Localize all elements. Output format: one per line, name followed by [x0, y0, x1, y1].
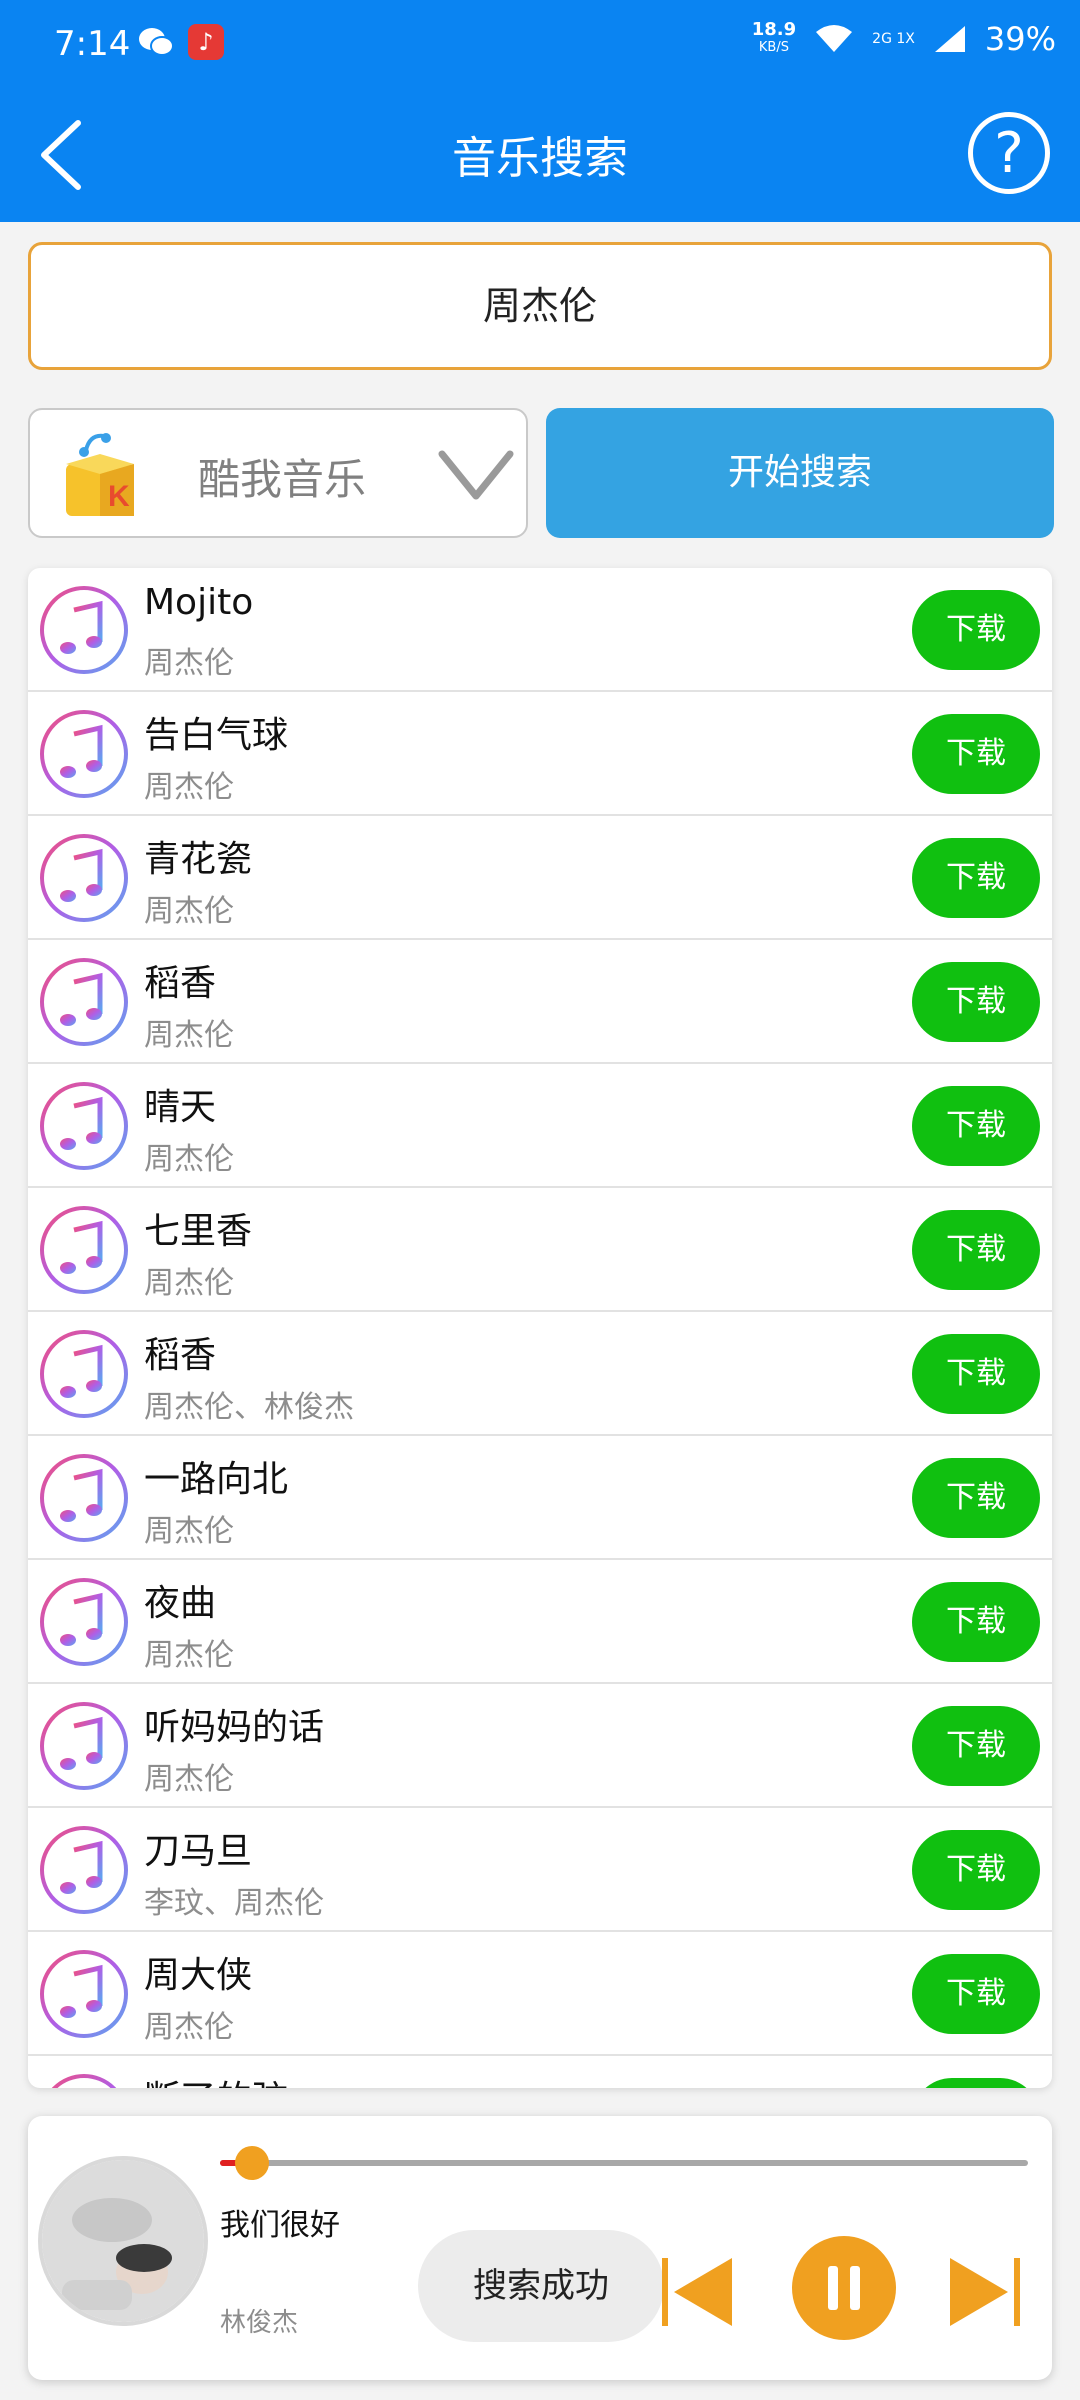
music-source-select[interactable]: K 酷我音乐 — [28, 408, 528, 538]
song-row[interactable]: 稻香周杰伦、林俊杰 下载 — [28, 1312, 1052, 1436]
music-note-icon — [40, 1330, 128, 1418]
music-note-icon — [40, 1826, 128, 1914]
pause-button[interactable] — [792, 2236, 896, 2340]
download-button[interactable]: 下载 — [912, 1458, 1040, 1538]
mini-player: 我们很好 林俊杰 搜索成功 — [28, 2116, 1052, 2380]
music-note-icon — [40, 1082, 128, 1170]
start-search-button[interactable]: 开始搜索 — [546, 408, 1054, 538]
song-artist: 周杰伦 — [144, 1638, 234, 1673]
status-message: 搜索成功 — [418, 2230, 664, 2342]
song-row[interactable]: 刀马旦李玟、周杰伦 下载 — [28, 1808, 1052, 1932]
music-note-icon — [40, 1206, 128, 1294]
song-title: 周大侠 — [144, 1955, 253, 1996]
song-row[interactable]: 稻香周杰伦 下载 — [28, 940, 1052, 1064]
status-right: 18.9 KB/S 2G 1X 39% — [752, 20, 1056, 58]
song-row[interactable]: 周大侠周杰伦 下载 — [28, 1932, 1052, 2056]
song-artist: 周杰伦 — [144, 770, 234, 805]
search-input[interactable]: 周杰伦 — [28, 242, 1052, 370]
song-title: 晴天 — [144, 1087, 217, 1128]
song-artist: 周杰伦 — [144, 646, 234, 681]
download-button[interactable]: 下载 — [912, 1706, 1040, 1786]
song-artist: 周杰伦 — [144, 2010, 234, 2045]
song-artist: 周杰伦 — [144, 894, 234, 929]
download-button[interactable]: 下载 — [912, 1086, 1040, 1166]
song-title: 一路向北 — [144, 1459, 289, 1500]
album-photo — [42, 2160, 204, 2322]
previous-button[interactable] — [660, 2252, 740, 2332]
song-artist: 周杰伦 — [144, 1514, 234, 1549]
net-speed-unit: KB/S — [758, 40, 789, 55]
wifi-icon — [816, 25, 853, 52]
signal-icon — [934, 26, 965, 52]
song-row[interactable]: 告白气球周杰伦 下载 — [28, 692, 1052, 816]
progress-thumb[interactable] — [235, 2146, 270, 2180]
download-button[interactable]: 下载 — [912, 838, 1040, 918]
app-header: 7:14 ♪ 18.9 KB/S 2G 1X 39% 音乐搜索 ? — [0, 0, 1080, 222]
source-label: 酷我音乐 — [198, 455, 367, 504]
chevron-down-icon — [438, 450, 514, 500]
song-title: 七里香 — [144, 1211, 253, 1252]
music-note-icon — [40, 1578, 128, 1666]
kuwo-logo-icon: K — [50, 424, 150, 524]
notification-icons: ♪ — [138, 24, 224, 60]
download-button[interactable]: 下载 — [912, 1954, 1040, 2034]
wechat-icon — [139, 28, 174, 56]
music-note-icon — [40, 1454, 128, 1542]
album-art[interactable] — [38, 2156, 208, 2326]
song-title: Mojito — [144, 582, 254, 623]
song-title: 稻香 — [144, 1335, 217, 1376]
net-speed: 18.9 KB/S — [752, 21, 796, 57]
music-note-icon — [40, 834, 128, 922]
song-title: 断了的弦 — [144, 2070, 288, 2088]
signal-type: 2G 1X — [872, 31, 915, 47]
song-title: 刀马旦 — [144, 1831, 253, 1872]
song-row[interactable]: Mojito 周杰伦 下载 — [28, 568, 1052, 692]
music-note-icon — [51, 2074, 117, 2088]
next-button[interactable] — [942, 2252, 1022, 2332]
download-button[interactable]: 下载 — [912, 962, 1040, 1042]
now-playing-title: 我们很好 — [220, 2208, 340, 2243]
song-row[interactable]: 七里香周杰伦 下载 — [28, 1188, 1052, 1312]
download-button[interactable]: 下载 — [912, 1210, 1040, 1290]
song-row[interactable]: 青花瓷周杰伦 下载 — [28, 816, 1052, 940]
progress-slider[interactable] — [220, 2146, 1028, 2180]
now-playing-artist: 林俊杰 — [220, 2308, 299, 2338]
song-artist: 周杰伦 — [144, 1762, 234, 1797]
song-title: 稻香 — [144, 963, 217, 1004]
battery-level: 39% — [984, 20, 1056, 58]
song-row[interactable]: 晴天周杰伦 下载 — [28, 1064, 1052, 1188]
music-note-icon — [40, 1950, 128, 2038]
page-title: 音乐搜索 — [452, 133, 628, 184]
song-title: 告白气球 — [144, 715, 289, 756]
song-row[interactable]: 一路向北周杰伦 下载 — [28, 1436, 1052, 1560]
song-artist: 周杰伦 — [144, 1018, 234, 1053]
download-button[interactable]: 下载 — [912, 1582, 1040, 1662]
song-title: 青花瓷 — [144, 839, 253, 880]
song-list[interactable]: Mojito 周杰伦 下载 告白气球 周杰伦 下载 青花瓷 周杰伦 下载 稻香 周杰伦 下载 晴天 周杰伦… — [28, 568, 1052, 2088]
song-artist: 周杰伦 — [144, 1266, 234, 1301]
download-button[interactable]: 下载 — [912, 1830, 1040, 1910]
download-button[interactable]: 下载 — [912, 2078, 1040, 2088]
song-row[interactable]: 听妈妈的话周杰伦 下载 — [28, 1684, 1052, 1808]
music-note-icon — [40, 710, 128, 798]
download-button[interactable]: 下载 — [912, 590, 1040, 670]
song-artist: 周杰伦、林俊杰 — [144, 1390, 354, 1425]
music-app-icon: ♪ — [188, 24, 224, 60]
song-artist: 周杰伦 — [144, 1142, 234, 1177]
download-button[interactable]: 下载 — [912, 714, 1040, 794]
kuwo-logo-letter: K — [108, 480, 130, 513]
song-title: 夜曲 — [144, 1583, 217, 1624]
net-speed-value: 18.9 — [751, 19, 797, 40]
question-mark-icon: ? — [994, 120, 1024, 186]
song-artist: 李玟、周杰伦 — [144, 1886, 324, 1921]
music-note-icon — [40, 586, 128, 674]
status-time: 7:14 — [54, 24, 131, 64]
download-button[interactable]: 下载 — [912, 1334, 1040, 1414]
song-row[interactable]: 夜曲周杰伦 下载 — [28, 1560, 1052, 1684]
music-note-icon — [40, 1702, 128, 1790]
music-note-icon — [40, 958, 128, 1046]
song-title: 听妈妈的话 — [144, 1707, 325, 1748]
help-button[interactable]: ? — [968, 112, 1050, 194]
song-row[interactable]: 断了的弦 下载 — [28, 2056, 1052, 2088]
